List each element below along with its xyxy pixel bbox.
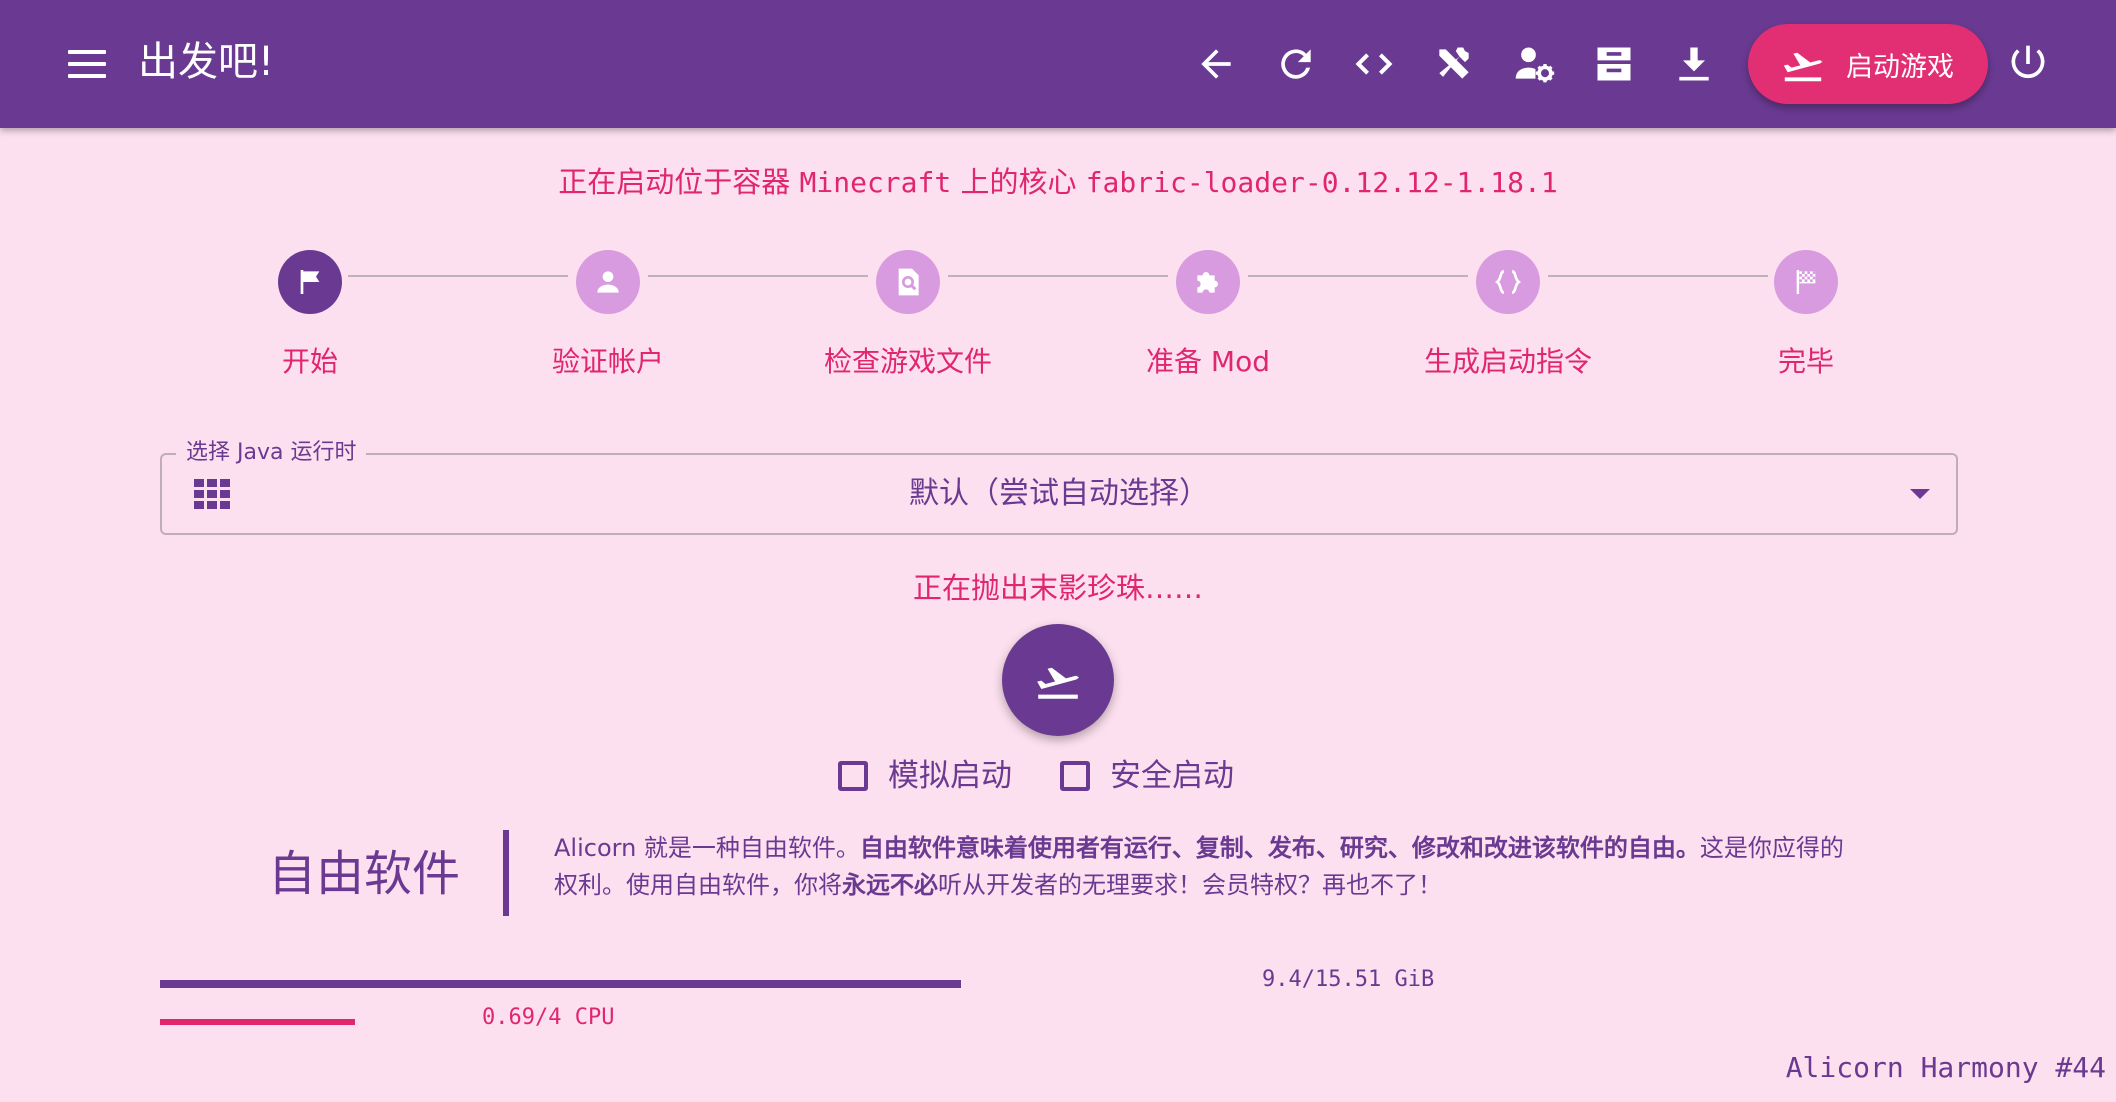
app-bar: 出发吧! 启动游戏 bbox=[0, 0, 2116, 128]
plane-takeoff-icon bbox=[1037, 667, 1079, 699]
step-generate-command: 生成启动指令 bbox=[1408, 250, 1608, 382]
back-arrow-icon[interactable] bbox=[1192, 40, 1240, 88]
step-label: 准备 Mod bbox=[1146, 345, 1270, 378]
safe-launch-checkbox[interactable]: 安全启动 bbox=[1060, 752, 1234, 800]
archive-icon[interactable] bbox=[1590, 40, 1638, 88]
flag-icon bbox=[278, 250, 342, 314]
java-runtime-select[interactable]: 选择 Java 运行时 默认（尝试自动选择） bbox=[160, 435, 1958, 535]
step-verify-account: 验证帐户 bbox=[508, 250, 708, 382]
refresh-icon[interactable] bbox=[1272, 40, 1320, 88]
free-software-title: 自由软件 bbox=[268, 846, 461, 902]
braces-icon bbox=[1476, 250, 1540, 314]
plane-takeoff-icon bbox=[1783, 52, 1823, 82]
account-icon bbox=[576, 250, 640, 314]
free-software-text: Alicorn 就是一种自由软件。自由软件意味着使用者有运行、复制、发布、研究、… bbox=[554, 834, 1844, 899]
menu-icon[interactable] bbox=[68, 48, 108, 80]
file-search-icon bbox=[876, 250, 940, 314]
core-name: fabric-loader-0.12.12-1.18.1 bbox=[1085, 166, 1558, 199]
launch-game-button[interactable]: 启动游戏 bbox=[1748, 24, 1988, 104]
power-icon[interactable] bbox=[2004, 40, 2052, 88]
step-start: 开始 bbox=[210, 250, 410, 382]
version-label: Alicorn Harmony #44 bbox=[1785, 1051, 2106, 1084]
memory-usage-label: 9.4/15.51 GiB bbox=[1262, 967, 1435, 992]
step-label: 检查游戏文件 bbox=[823, 345, 992, 378]
user-settings-icon[interactable] bbox=[1510, 40, 1558, 88]
checkbox-box[interactable] bbox=[838, 761, 868, 791]
chevron-down-icon[interactable] bbox=[1908, 487, 1932, 501]
step-label: 生成启动指令 bbox=[1423, 345, 1592, 378]
checkbox-label: 模拟启动 bbox=[888, 758, 1012, 794]
checkbox-label: 安全启动 bbox=[1110, 758, 1234, 794]
launch-fab-button[interactable] bbox=[1002, 624, 1114, 736]
code-icon[interactable] bbox=[1350, 40, 1398, 88]
cpu-usage-bar bbox=[160, 1019, 355, 1025]
page-title: 出发吧! bbox=[138, 39, 275, 85]
step-check-files: 检查游戏文件 bbox=[808, 250, 1008, 382]
cpu-usage-label: 0.69/4 CPU bbox=[482, 1005, 615, 1030]
container-name: Minecraft bbox=[799, 166, 952, 199]
step-label: 验证帐户 bbox=[551, 345, 664, 378]
download-icon[interactable] bbox=[1670, 40, 1718, 88]
step-prepare-mod: 准备 Mod bbox=[1108, 250, 1308, 382]
checkbox-box[interactable] bbox=[1060, 761, 1090, 791]
launch-game-label: 启动游戏 bbox=[1846, 51, 1954, 83]
step-label: 完毕 bbox=[1777, 345, 1834, 378]
memory-usage-bar bbox=[160, 980, 961, 988]
simulate-launch-checkbox[interactable]: 模拟启动 bbox=[838, 752, 1012, 800]
progress-message: 正在抛出末影珍珠…… bbox=[912, 571, 1203, 605]
tools-icon[interactable] bbox=[1430, 40, 1478, 88]
divider bbox=[503, 830, 509, 916]
step-finish: 完毕 bbox=[1706, 250, 1906, 382]
java-runtime-value: 默认（尝试自动选择） bbox=[909, 476, 1209, 511]
finish-flag-icon bbox=[1774, 250, 1838, 314]
step-label: 开始 bbox=[281, 345, 338, 378]
launch-status: 正在启动位于容器 Minecraft 上的核心 fabric-loader-0.… bbox=[558, 165, 1558, 199]
puzzle-icon bbox=[1176, 250, 1240, 314]
